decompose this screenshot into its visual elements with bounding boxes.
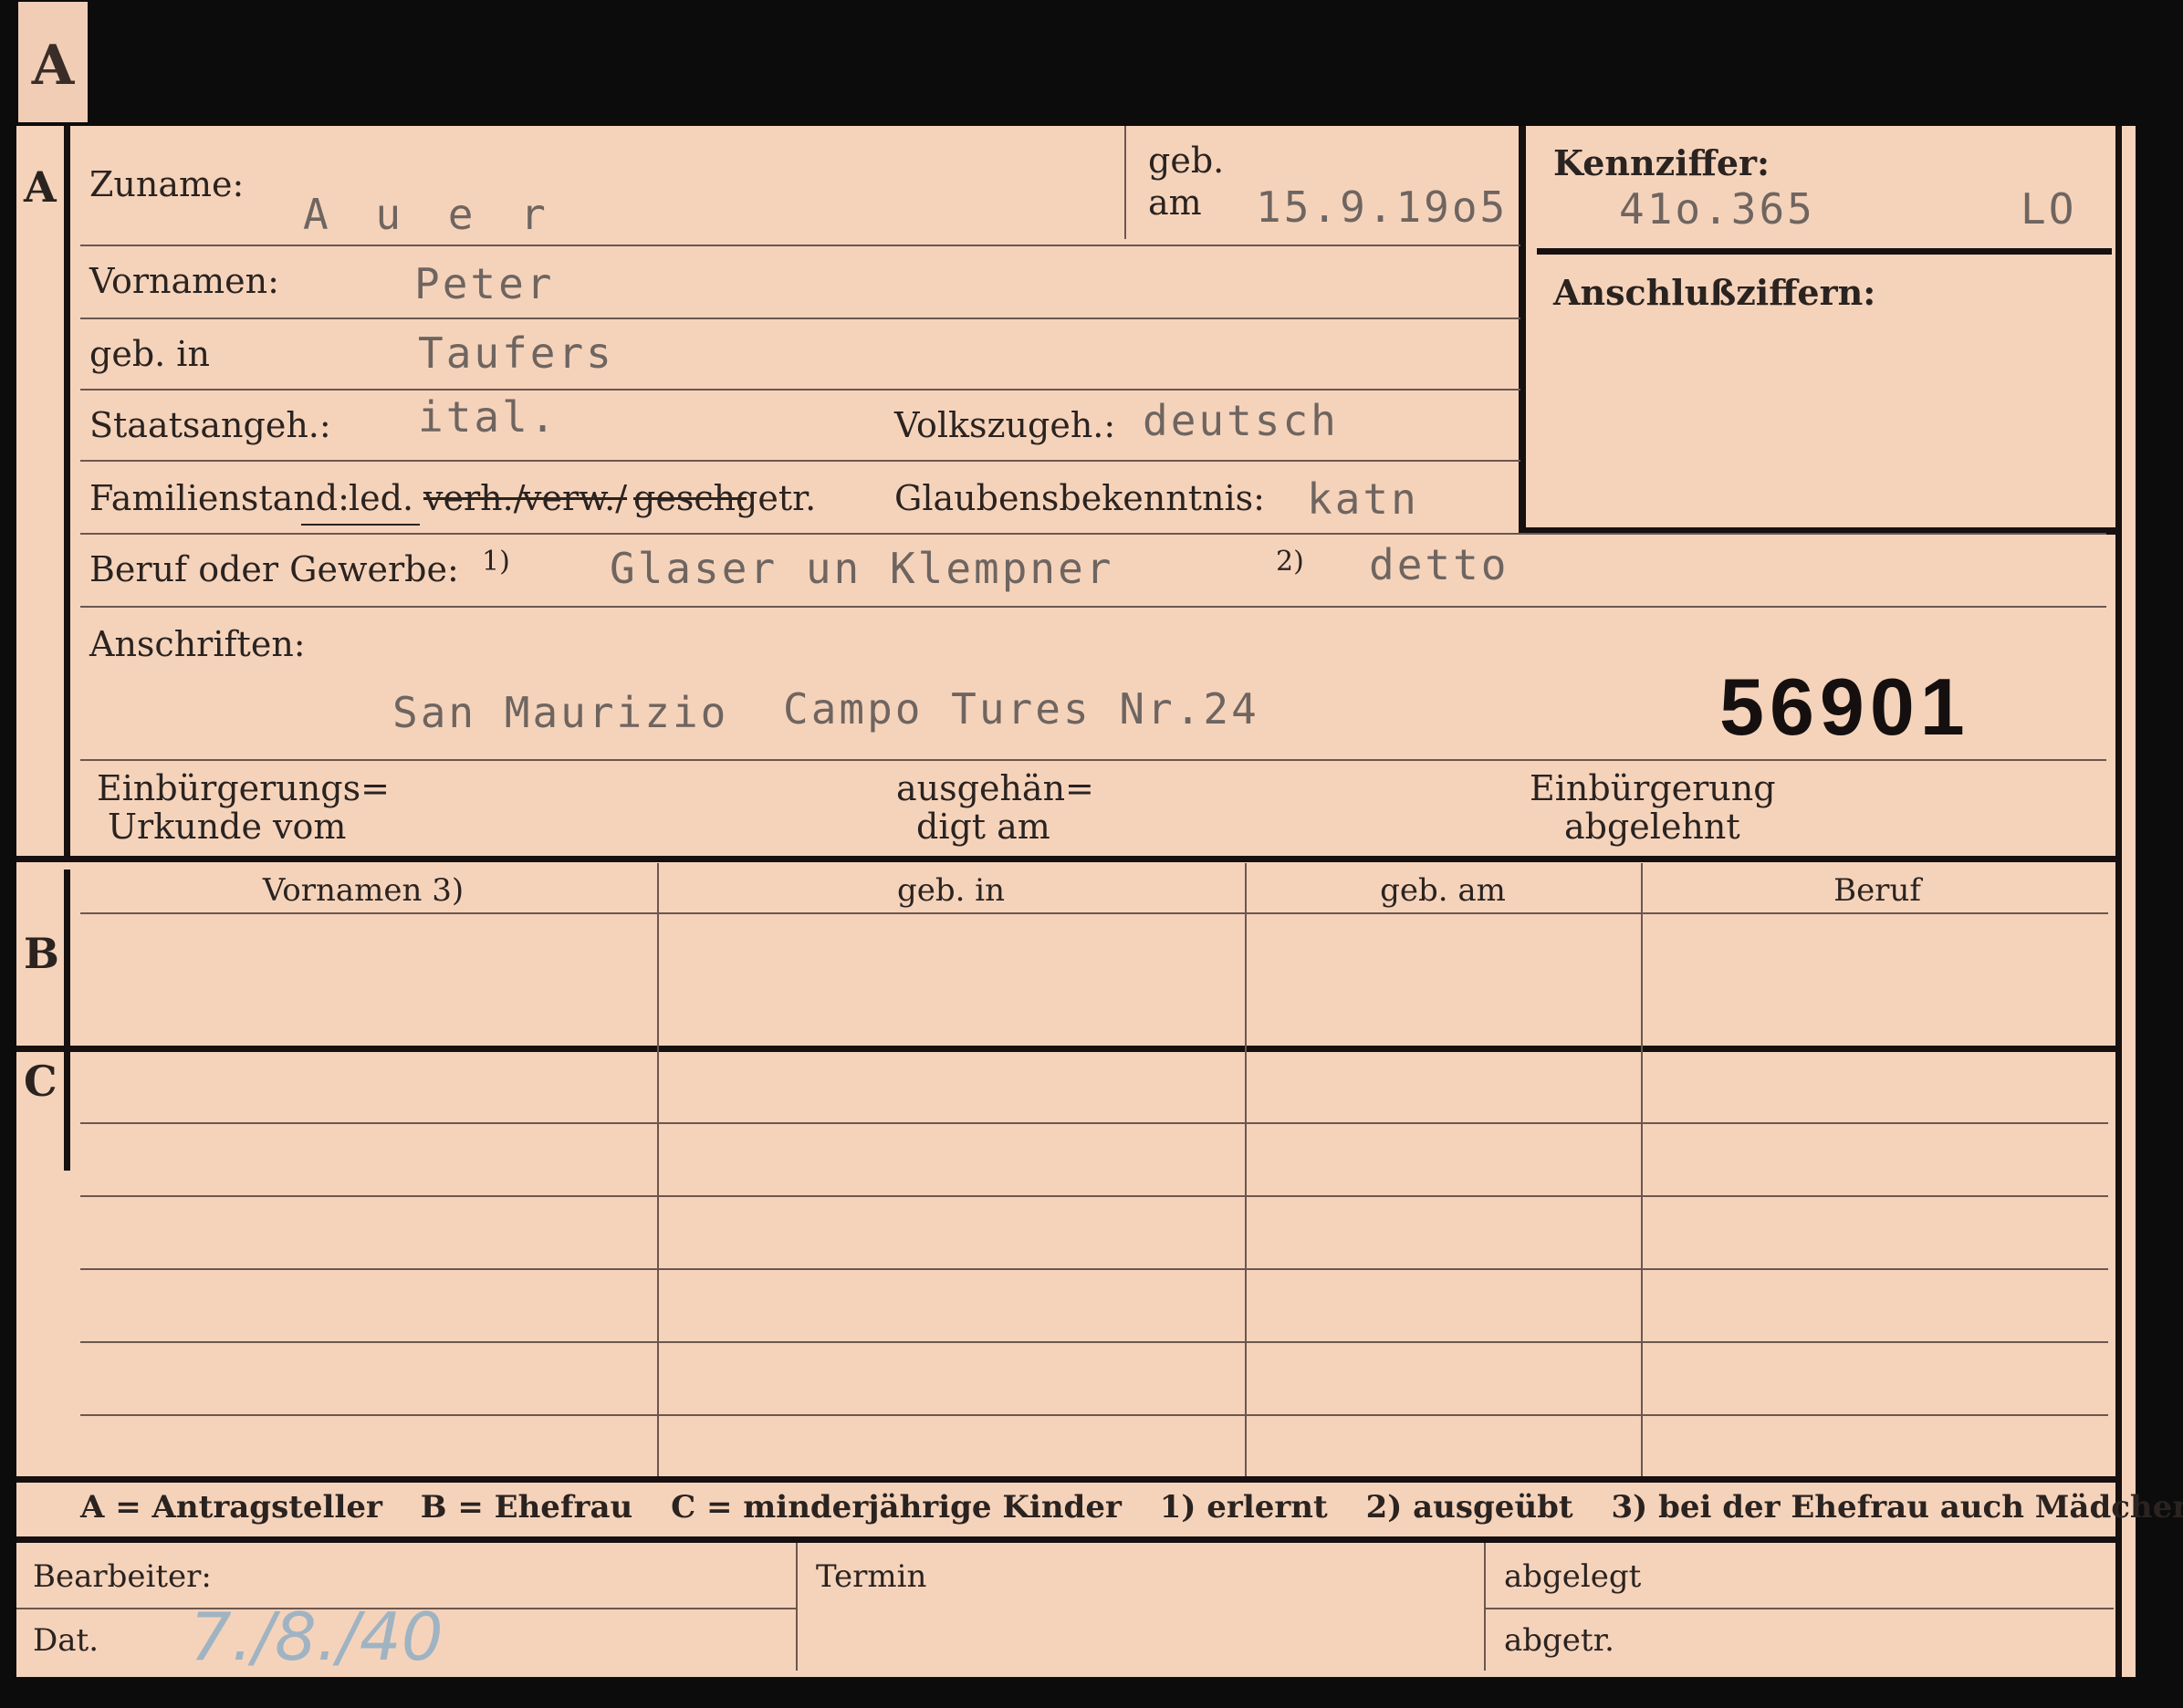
familienstand-underline xyxy=(301,524,420,526)
col-header-beruf: Beruf xyxy=(1833,872,1921,909)
geb-in-label: geb. in xyxy=(89,334,210,374)
geb-label-2: am xyxy=(1148,182,1202,223)
vornamen-value: Peter xyxy=(414,259,555,308)
legend-bottom-rule xyxy=(16,1536,2121,1543)
row-line-6 xyxy=(80,606,2106,608)
abgetr-label: abgetr. xyxy=(1504,1622,1614,1659)
tab-letter: A xyxy=(31,34,75,98)
ausg-label-1: ausgehän= xyxy=(896,768,1094,808)
abgelegt-label: abgelegt xyxy=(1504,1558,1642,1595)
legend-b: B = Ehefrau xyxy=(420,1489,633,1526)
anschluss-label: Anschlußziffern: xyxy=(1553,272,1876,313)
section-a-letter: A xyxy=(24,162,57,212)
staat-value: ital. xyxy=(418,392,559,442)
abgel-label-1: Einbürgerung xyxy=(1530,768,1776,808)
kennziffer-suffix: LO xyxy=(2021,184,2077,234)
geb-divider xyxy=(1124,126,1126,239)
zuname-value: A u e r xyxy=(303,190,557,239)
staat-label: Staatsangeh.: xyxy=(89,405,331,445)
table-bottom-rule xyxy=(16,1476,2121,1483)
child-row-line-2 xyxy=(80,1195,2108,1197)
beruf-2-value: detto xyxy=(1369,540,1509,589)
dat-label: Dat. xyxy=(33,1622,99,1659)
row-line-4 xyxy=(80,460,1520,462)
familienstand-option-verh: verh./ xyxy=(423,478,526,518)
row-line-3 xyxy=(80,389,1520,391)
geb-label-1: geb. xyxy=(1148,141,1225,181)
kennziffer-divider xyxy=(1537,248,2112,255)
anschriften-label: Anschriften: xyxy=(89,624,306,664)
section-b-letter: B xyxy=(24,929,59,978)
left-rule-a xyxy=(64,126,70,856)
child-row-line-1 xyxy=(80,1122,2108,1124)
card-tab: A xyxy=(18,2,88,122)
termin-label: Termin xyxy=(816,1558,927,1595)
familienstand-option-led: led. xyxy=(349,478,414,518)
abgel-label-2: abgelehnt xyxy=(1564,807,1740,847)
legend-note-3: 3) bei der Ehefrau auch Mädchenname xyxy=(1611,1489,2183,1526)
einb-label-2: Urkunde vom xyxy=(108,807,347,847)
child-row-line-4 xyxy=(80,1341,2108,1343)
legend-c: C = minderjährige Kinder xyxy=(671,1489,1122,1526)
child-row-line-3 xyxy=(80,1268,2108,1270)
beruf-2-mark: 2) xyxy=(1276,546,1304,578)
row-line-5 xyxy=(80,533,2106,535)
section-b-rule xyxy=(16,856,2121,862)
col-header-geb-am: geb. am xyxy=(1380,872,1506,909)
child-row-line-5 xyxy=(80,1414,2108,1416)
zuname-label: Zuname: xyxy=(89,164,245,204)
col-divider-3 xyxy=(1641,863,1643,1476)
familienstand-label: Familienstand: xyxy=(89,478,350,518)
ausg-label-2: digt am xyxy=(916,807,1050,847)
vornamen-label: Vornamen: xyxy=(89,261,279,301)
volk-label: Volkszugeh.: xyxy=(894,405,1116,445)
legend-a: A = Antragsteller xyxy=(80,1489,382,1526)
legend-note-2: 2) ausgeübt xyxy=(1365,1489,1573,1526)
einb-label-1: Einbürgerungs= xyxy=(97,768,390,808)
bearbeiter-label: Bearbeiter: xyxy=(33,1558,212,1595)
col-divider-2 xyxy=(1245,863,1247,1476)
glauben-label: Glaubensbekenntnis: xyxy=(894,478,1265,518)
anschrift-line-1: San Maurizio xyxy=(392,688,729,737)
beruf-label: Beruf oder Gewerbe: xyxy=(89,549,459,589)
footer-divider-2 xyxy=(1484,1543,1486,1671)
volk-value: deutsch xyxy=(1143,396,1339,445)
anschrift-line-2: Campo Tures Nr.24 xyxy=(783,684,1259,734)
registration-card: A B C Kennziffer: 41o.365 LO Anschlußzif… xyxy=(16,126,2183,1677)
col-divider-1 xyxy=(657,863,659,1476)
footer-divider-1 xyxy=(796,1543,798,1671)
kennziffer-value: 41o.365 xyxy=(1619,184,1815,234)
section-c-letter: C xyxy=(24,1057,57,1106)
table-header-line xyxy=(80,912,2108,914)
geb-in-value: Taufers xyxy=(418,328,614,378)
col-header-geb-in: geb. in xyxy=(896,872,1006,909)
beruf-1-value: Glaser un Klempner xyxy=(610,544,1114,593)
dat-value: 7./8./40 xyxy=(190,1599,444,1675)
geb-am-value: 15.9.19o5 xyxy=(1256,182,1509,232)
legend: A = Antragsteller B = Ehefrau C = minder… xyxy=(80,1489,2183,1526)
familienstand-option-getr: getr. xyxy=(736,478,817,518)
kennziffer-label: Kennziffer: xyxy=(1553,142,1770,183)
row-line-7 xyxy=(80,759,2106,761)
row-line-2 xyxy=(80,318,1520,319)
col-header-vornamen: Vornamen 3) xyxy=(262,872,465,909)
row-line-1 xyxy=(80,245,1520,246)
familienstand-option-gesch: gesch. xyxy=(633,478,747,518)
left-rule-bc xyxy=(64,870,70,1171)
footer-line-right xyxy=(1484,1608,2114,1609)
beruf-1-mark: 1) xyxy=(482,546,510,578)
legend-note-1: 1) erlernt xyxy=(1159,1489,1328,1526)
familienstand-option-verw: verw./ xyxy=(522,478,628,518)
section-c-rule xyxy=(16,1046,2121,1052)
stamp-number: 56901 xyxy=(1719,661,1970,752)
glauben-value: katn xyxy=(1307,474,1419,524)
